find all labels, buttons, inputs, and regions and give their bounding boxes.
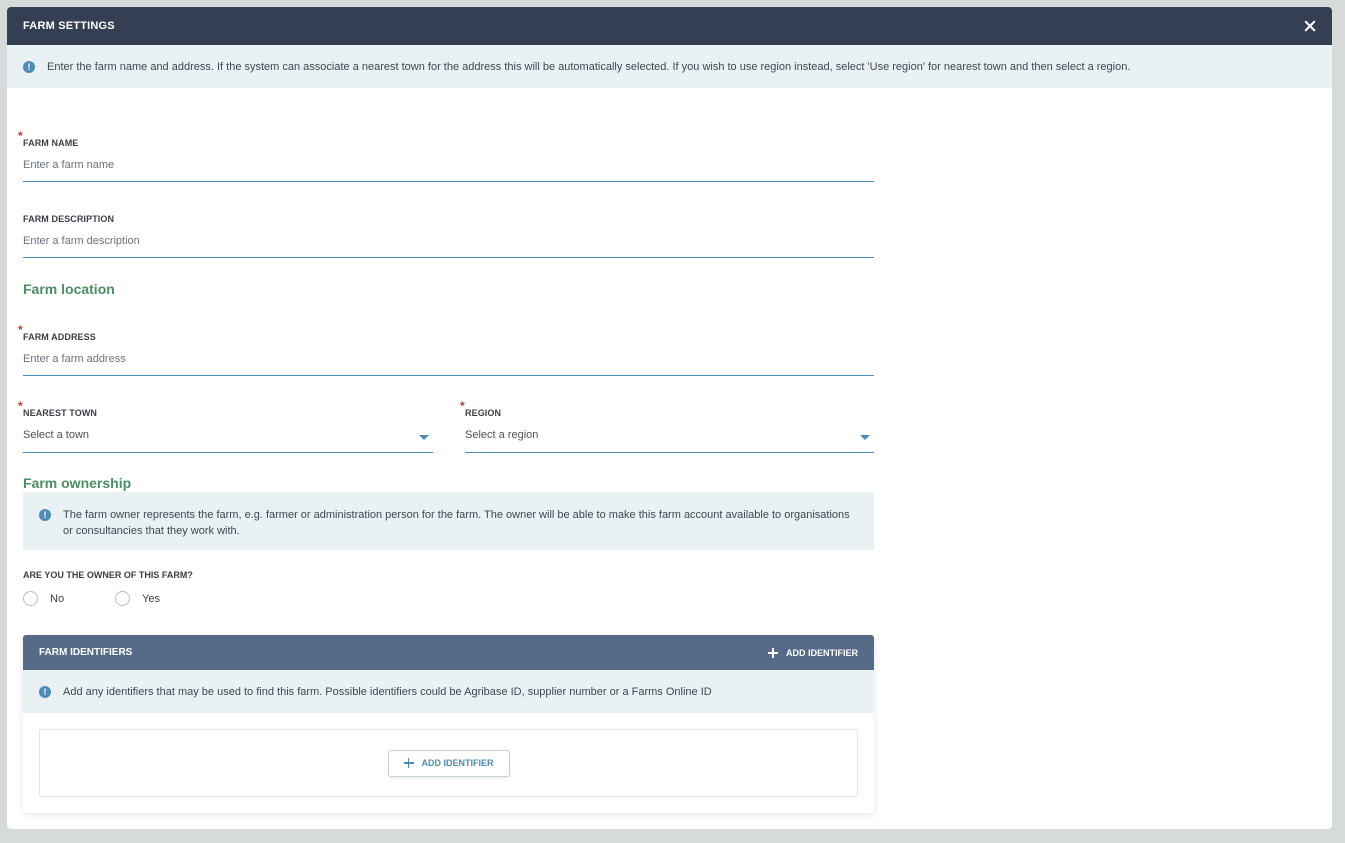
info-banner-text: Enter the farm name and address. If the … [47,60,1131,73]
owner-radio-yes[interactable]: Yes [115,591,160,606]
required-mark: * [18,399,23,413]
region-label-text: REGION [465,408,502,418]
owner-question: ARE YOU THE OWNER OF THIS FARM? [23,570,193,580]
required-mark: * [18,129,23,143]
farm-address-label-text: FARM ADDRESS [23,332,96,342]
owner-radio-group: No Yes [23,591,160,606]
identifiers-title: FARM IDENTIFIERS [39,647,133,658]
header-add-identifier-button[interactable]: ADD IDENTIFIER [768,647,858,658]
farm-name-label-text: FARM NAME [23,138,79,148]
info-banner: ! Enter the farm name and address. If th… [7,45,1332,88]
farm-description-label: FARM DESCRIPTION [23,214,115,224]
region-field: * REGION Select a region [460,399,874,453]
radio-circle[interactable] [115,591,131,606]
farm-ownership-heading: Farm ownership [23,475,132,491]
modal-header: FARM SETTINGS [7,7,1332,45]
region-value: Select a region [465,429,539,441]
info-icon: ! [23,60,35,73]
info-icon: ! [39,509,51,521]
farm-name-field: * FARM NAME [18,129,874,182]
owner-radio-no-label: No [50,592,65,605]
owner-radio-yes-label: Yes [142,592,161,605]
farm-address-input[interactable] [23,345,874,376]
plus-icon [768,647,778,658]
identifiers-info: ! Add any identifiers that may be used t… [23,670,874,713]
chevron-down-icon [860,435,870,440]
farm-identifiers-panel: FARM IDENTIFIERS ADD IDENTIFIER ! Add an… [23,635,874,813]
identifiers-info-text: Add any identifiers that may be used to … [63,685,712,698]
farm-description-field: FARM DESCRIPTION [23,209,874,258]
farm-name-input[interactable] [23,151,874,182]
ownership-info-text: The farm owner represents the farm, e.g.… [63,509,850,537]
farm-description-input[interactable] [23,227,874,258]
required-mark: * [460,399,465,413]
header-add-identifier-label: ADD IDENTIFIER [786,647,858,658]
nearest-town-select[interactable]: Select a town [23,421,433,453]
info-icon: ! [39,685,51,698]
identifiers-header: FARM IDENTIFIERS ADD IDENTIFIER [23,635,874,670]
identifiers-empty-area: ADD IDENTIFIER [39,729,858,797]
required-mark: * [18,323,23,337]
plus-icon [403,758,414,768]
close-icon[interactable] [1302,18,1318,34]
nearest-town-field: * NEAREST TOWN Select a town [18,399,433,453]
farm-settings-modal: FARM SETTINGS ! Enter the farm name and … [7,7,1332,829]
farm-location-heading: Farm location [23,281,115,297]
ownership-info: ! The farm owner represents the farm, e.… [23,492,874,550]
nearest-town-value: Select a town [23,429,90,441]
farm-address-field: * FARM ADDRESS [18,323,874,376]
farm-name-label: * FARM NAME [18,129,79,148]
region-select[interactable]: Select a region [465,421,874,453]
add-identifier-button[interactable]: ADD IDENTIFIER [387,749,510,777]
add-identifier-label: ADD IDENTIFIER [421,758,494,768]
nearest-town-label: * NEAREST TOWN [18,399,98,418]
modal-title: FARM SETTINGS [23,20,115,32]
owner-radio-no[interactable]: No [23,591,64,606]
radio-circle[interactable] [23,591,38,606]
farm-address-label: * FARM ADDRESS [18,323,96,342]
nearest-town-label-text: NEAREST TOWN [23,408,98,418]
chevron-down-icon [419,435,429,440]
region-label: * REGION [460,399,502,418]
